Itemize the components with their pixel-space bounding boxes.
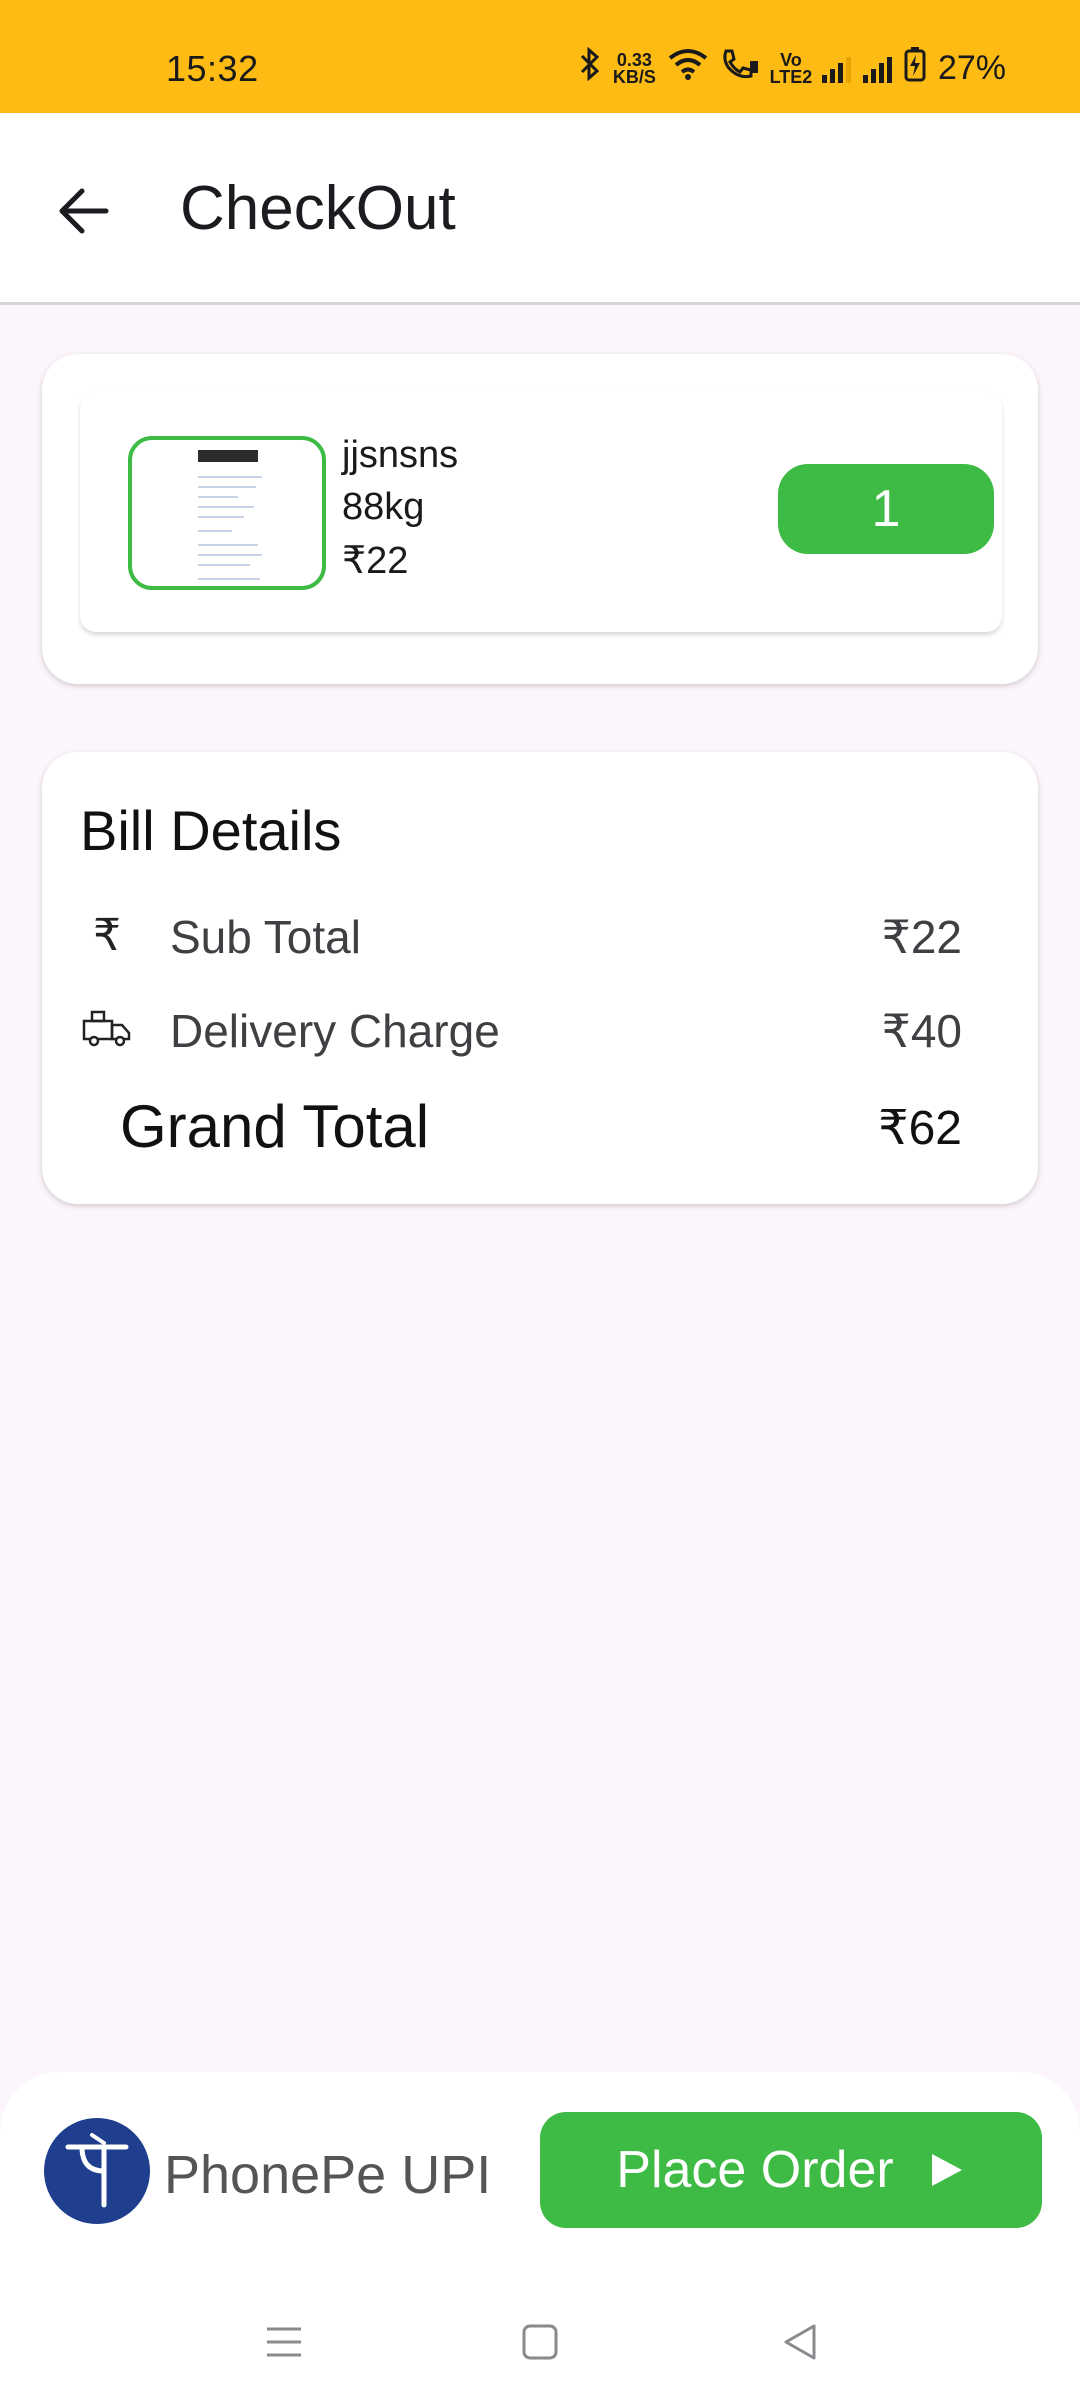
subtotal-value: ₹22 [881, 911, 962, 963]
item-weight: 88kg [342, 486, 425, 528]
item-name: jjsnsns [342, 434, 459, 476]
bill-title: Bill Details [80, 799, 342, 862]
subtotal-row: ₹ Sub Total ₹22 [80, 900, 1000, 970]
quantity-button[interactable]: 1 [778, 464, 994, 554]
battery-charging-icon [904, 46, 926, 91]
page-title: CheckOut [180, 174, 456, 243]
net-speed-unit: KB/S [612, 66, 656, 87]
net-speed: 0.33 KB/S [612, 49, 656, 87]
place-order-button[interactable]: Place Order [540, 2112, 1042, 2228]
payment-method-label[interactable]: PhonePe UPI [164, 2144, 491, 2206]
signal-icon-sim2 [862, 55, 892, 83]
place-order-label: Place Order [616, 2141, 894, 2199]
status-time: 15:32 [166, 48, 259, 89]
status-bar: 15:32 0.33 KB/S Vo LTE2 27% [0, 0, 1080, 113]
delivery-charge-label: Delivery Charge [170, 1005, 500, 1057]
system-nav-bar [0, 2272, 1080, 2400]
grand-total-label: Grand Total [120, 1093, 430, 1160]
wifi-call-icon [720, 47, 760, 90]
phonepe-logo[interactable] [44, 2118, 150, 2224]
rupee-icon: ₹ [93, 910, 121, 960]
product-thumbnail[interactable] [128, 436, 326, 590]
home-square-icon[interactable] [510, 2312, 570, 2372]
wifi-icon [668, 48, 708, 89]
item-price: ₹22 [342, 540, 409, 582]
delivery-charge-row: Delivery Charge ₹40 [80, 994, 1000, 1064]
cart-card: jjsnsns 88kg ₹22 1 [42, 354, 1038, 684]
arrow-left-icon [59, 188, 109, 234]
volte-label: Vo LTE2 [769, 49, 813, 87]
app-bar: CheckOut [0, 113, 1080, 305]
net-speed-value: 0.33 [616, 49, 652, 70]
delivery-charge-value: ₹40 [881, 1005, 962, 1057]
delivery-truck-icon [80, 1002, 134, 1056]
back-triangle-icon[interactable] [770, 2312, 830, 2372]
signal-icon-sim1 [821, 55, 851, 83]
battery-percent: 27% [937, 49, 1006, 87]
back-button[interactable] [52, 179, 116, 243]
menu-icon[interactable] [254, 2312, 314, 2372]
subtotal-label: Sub Total [170, 911, 361, 963]
cart-item: jjsnsns 88kg ₹22 1 [80, 392, 1002, 632]
bill-details-card: Bill Details ₹ Sub Total ₹22 Delivery Ch… [42, 752, 1038, 1204]
bluetooth-icon [579, 46, 601, 90]
grand-total-value: ₹62 [878, 1102, 962, 1155]
status-icons: 0.33 KB/S Vo LTE2 27% [579, 46, 1006, 91]
play-arrow-icon [931, 2154, 962, 2186]
